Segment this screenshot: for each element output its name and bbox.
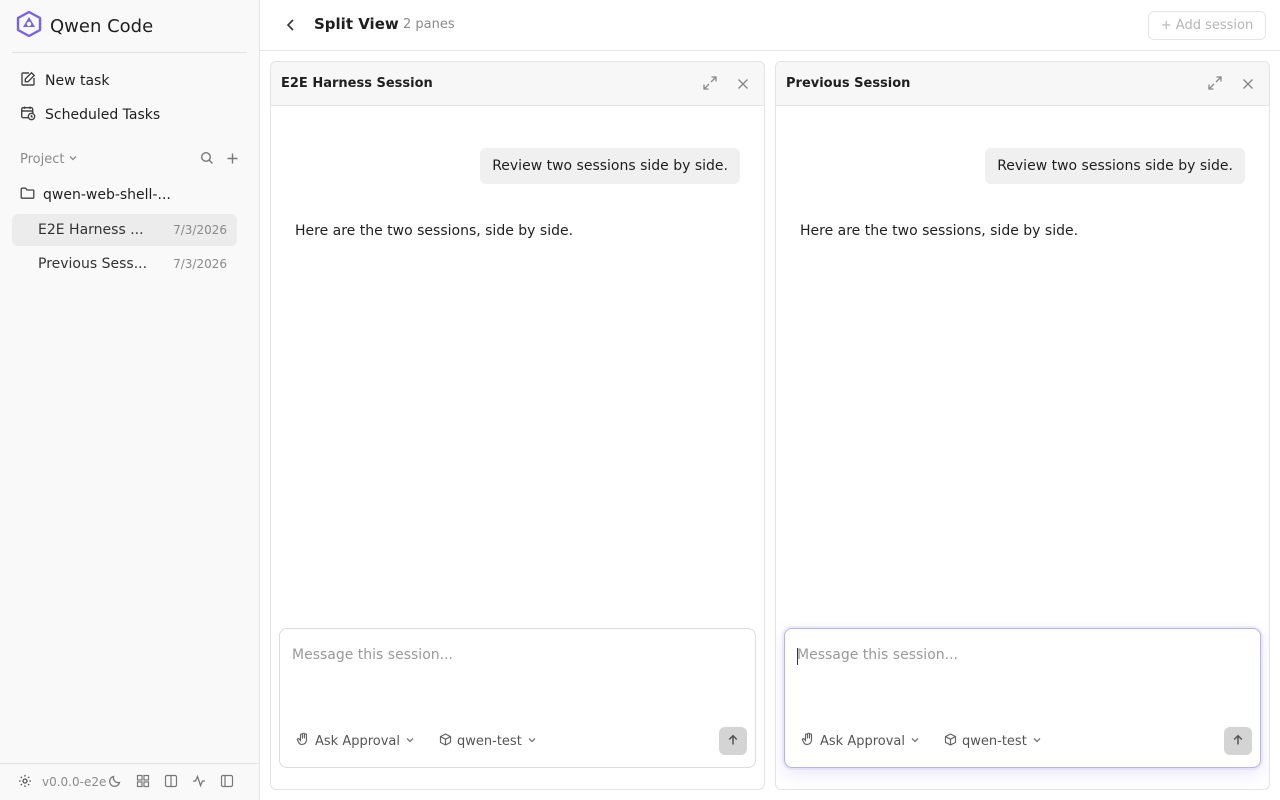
arrow-up-icon xyxy=(727,734,739,749)
back-chevron-icon[interactable] xyxy=(282,16,300,34)
approval-label: Ask Approval xyxy=(820,733,906,749)
pane-count: 2 panes xyxy=(403,17,455,32)
pane-title: Previous Session xyxy=(786,76,911,91)
brand[interactable]: Qwen Code xyxy=(16,10,154,41)
folder-name: qwen-web-shell-... xyxy=(43,187,171,203)
chevron-down-icon xyxy=(527,734,537,749)
pane-actions xyxy=(1207,75,1255,95)
approval-mode-dropdown[interactable]: Ask Approval xyxy=(296,732,415,750)
composer-toolbar: Ask Approval qwen-test xyxy=(296,727,747,755)
approval-label: Ask Approval xyxy=(315,733,401,749)
qwen-logo-icon xyxy=(16,10,42,41)
project-folder[interactable]: qwen-web-shell-... xyxy=(12,181,247,209)
model-dropdown[interactable]: qwen-test xyxy=(439,732,537,750)
session-name: Previous Sess... xyxy=(38,256,148,272)
folder-icon xyxy=(20,186,35,204)
edit-icon xyxy=(20,71,36,91)
pane-actions xyxy=(702,75,750,95)
project-actions xyxy=(200,150,239,169)
assistant-message: Here are the two sessions, side by side. xyxy=(800,223,1079,239)
model-dropdown[interactable]: qwen-test xyxy=(944,732,1042,750)
sidebar: Qwen Code New task Scheduled Tasks Proje… xyxy=(0,0,260,800)
topbar: Split View 2 panes + Add session xyxy=(260,0,1280,51)
project-label: Project xyxy=(20,151,65,167)
assistant-message: Here are the two sessions, side by side. xyxy=(295,223,574,239)
split-view-icon[interactable] xyxy=(164,773,178,792)
divider xyxy=(12,52,247,53)
new-task-button[interactable]: New task xyxy=(12,66,247,96)
composer: Ask Approval qwen-test xyxy=(784,628,1261,768)
pane-header: Previous Session xyxy=(776,62,1269,106)
calendar-clock-icon xyxy=(20,105,36,125)
cube-icon xyxy=(944,732,957,750)
send-button[interactable] xyxy=(1224,727,1252,755)
session-date: 7/3/2026 xyxy=(173,223,227,237)
user-message: Review two sessions side by side. xyxy=(985,148,1245,184)
grid-icon[interactable] xyxy=(136,773,150,792)
project-row: Project xyxy=(20,149,239,169)
scheduled-tasks-button[interactable]: Scheduled Tasks xyxy=(12,100,247,130)
session-pane: Previous Session Review two sessions sid… xyxy=(775,61,1270,790)
message-input[interactable] xyxy=(797,647,1248,663)
project-dropdown[interactable]: Project xyxy=(20,152,78,167)
approval-mode-dropdown[interactable]: Ask Approval xyxy=(801,732,920,750)
close-icon[interactable] xyxy=(736,76,750,95)
footer-icons xyxy=(109,773,234,792)
expand-icon[interactable] xyxy=(1207,75,1223,95)
pane-header: E2E Harness Session xyxy=(271,62,764,106)
chevron-down-icon xyxy=(405,734,415,749)
chevron-down-icon xyxy=(910,734,920,749)
sidebar-session-item[interactable]: Previous Sess... 7/3/2026 xyxy=(12,248,237,280)
arrow-up-icon xyxy=(1232,734,1244,749)
sidebar-footer: v0.0.0-e2e xyxy=(0,763,259,800)
chevron-down-icon xyxy=(68,152,78,167)
version-label: v0.0.0-e2e xyxy=(42,775,107,789)
session-name: E2E Harness ... xyxy=(38,222,144,238)
gear-icon[interactable] xyxy=(18,773,32,792)
hand-icon xyxy=(296,732,310,750)
sidebar-toggle-icon[interactable] xyxy=(220,773,234,792)
message-input[interactable] xyxy=(292,647,743,663)
plus-icon[interactable] xyxy=(226,150,239,169)
scheduled-tasks-label: Scheduled Tasks xyxy=(45,107,161,123)
send-button[interactable] xyxy=(719,727,747,755)
add-session-button[interactable]: + Add session xyxy=(1148,11,1266,40)
chevron-down-icon xyxy=(1032,734,1042,749)
cube-icon xyxy=(439,732,452,750)
new-task-label: New task xyxy=(45,73,110,89)
hand-icon xyxy=(801,732,815,750)
close-icon[interactable] xyxy=(1241,76,1255,95)
expand-icon[interactable] xyxy=(702,75,718,95)
model-label: qwen-test xyxy=(962,733,1027,749)
session-pane: E2E Harness Session Review two sessions … xyxy=(270,61,765,790)
user-message: Review two sessions side by side. xyxy=(480,148,740,184)
page-title: Split View xyxy=(314,15,399,33)
search-icon[interactable] xyxy=(200,150,214,169)
activity-icon[interactable] xyxy=(192,773,206,792)
pane-title: E2E Harness Session xyxy=(281,76,433,91)
composer: Ask Approval qwen-test xyxy=(279,628,756,768)
sidebar-session-item[interactable]: E2E Harness ... 7/3/2026 xyxy=(12,214,237,246)
app-title: Qwen Code xyxy=(50,15,154,37)
moon-icon[interactable] xyxy=(108,773,122,792)
session-date: 7/3/2026 xyxy=(173,257,227,271)
composer-toolbar: Ask Approval qwen-test xyxy=(801,727,1252,755)
model-label: qwen-test xyxy=(457,733,522,749)
